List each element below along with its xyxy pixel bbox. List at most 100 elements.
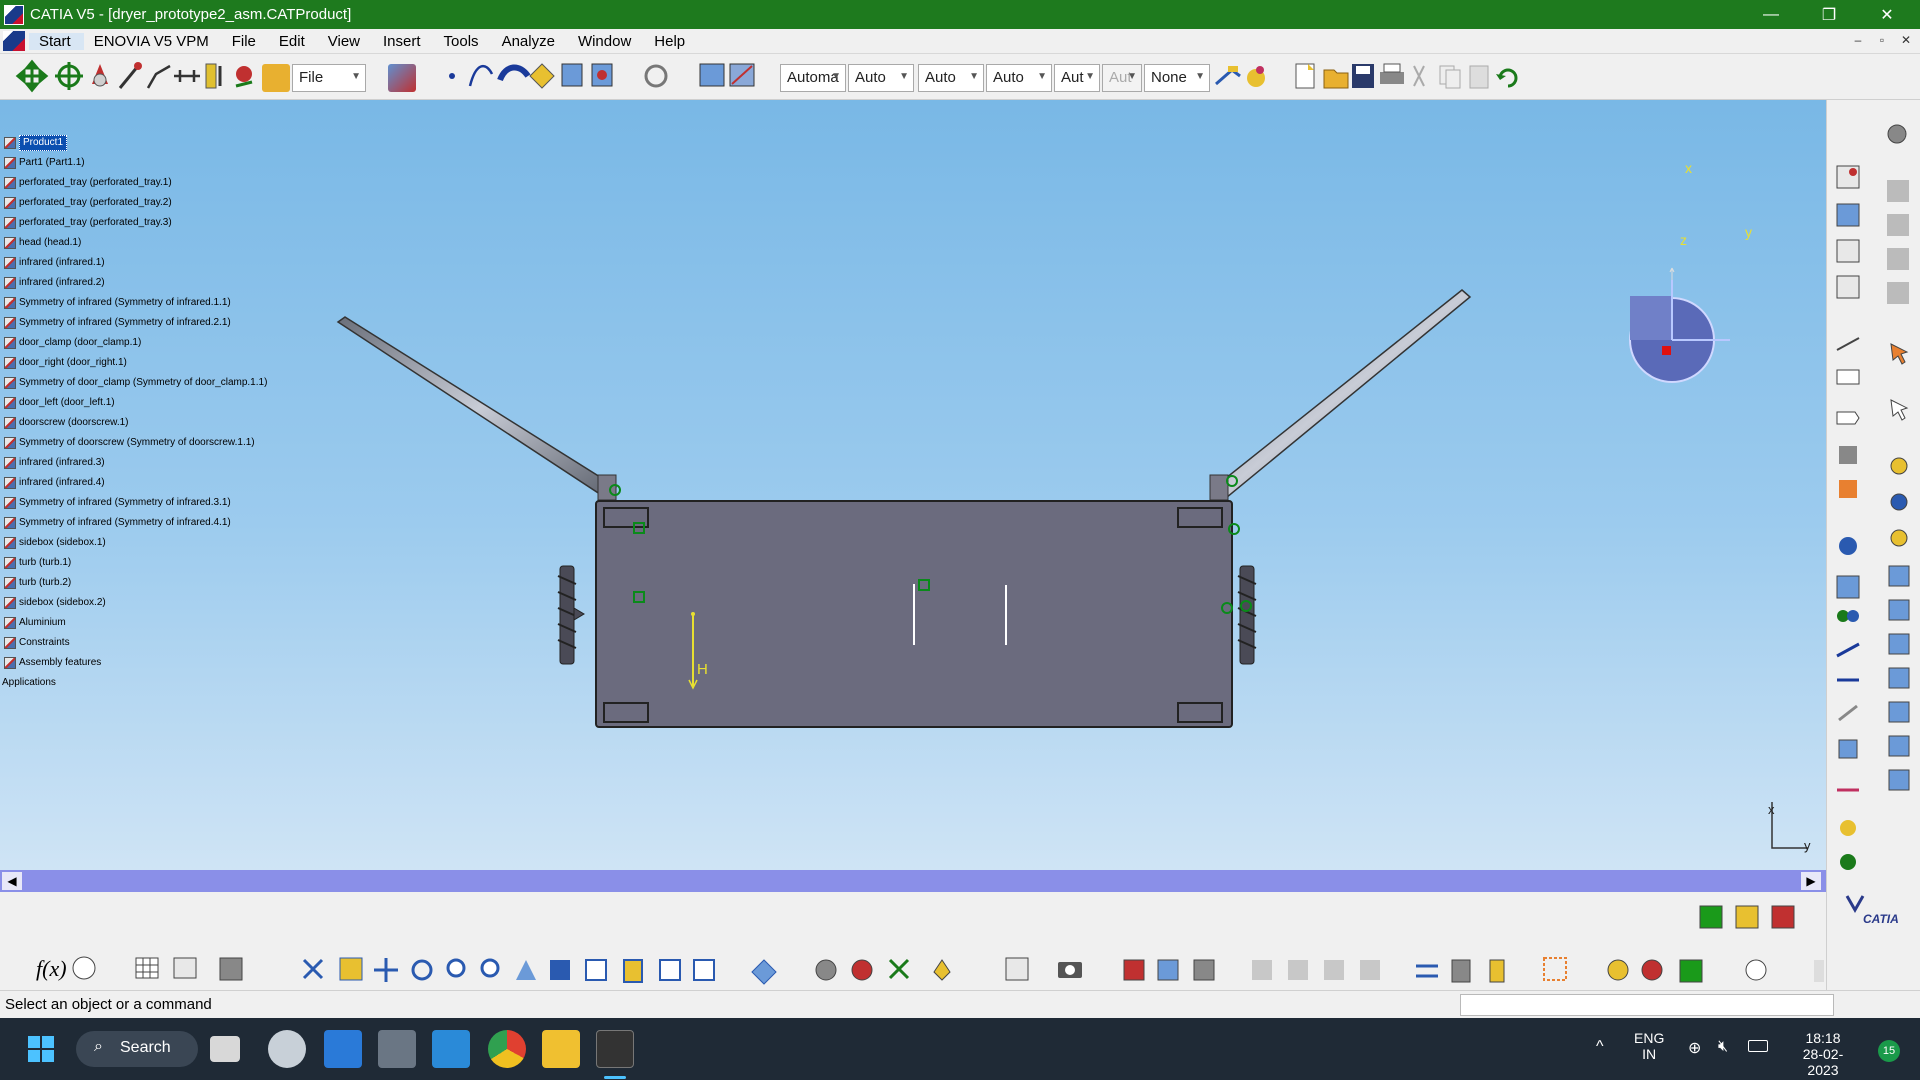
tree-item[interactable]: sidebox (sidebox.2) [4, 596, 106, 610]
doc-minimize-button[interactable]: – [1850, 33, 1866, 49]
fit-all-icon[interactable] [219, 957, 243, 981]
tree-item[interactable]: sidebox (sidebox.1) [4, 536, 106, 550]
notification-badge[interactable]: 15 [1878, 1040, 1900, 1062]
menu-insert[interactable]: Insert [373, 33, 434, 50]
snap-icon[interactable] [55, 62, 83, 90]
notepad-icon[interactable] [432, 1030, 470, 1068]
new-icon[interactable] [1295, 63, 1315, 89]
material-icon[interactable] [1247, 66, 1265, 87]
door-left[interactable] [336, 316, 617, 504]
coincidence-icon[interactable] [1836, 642, 1860, 658]
menu-analyze[interactable]: Analyze [492, 33, 568, 50]
paste-icon[interactable] [1469, 65, 1489, 89]
angle-icon[interactable] [1838, 739, 1858, 759]
simulation-icons[interactable] [815, 958, 951, 981]
tree-item[interactable]: Symmetry of infrared (Symmetry of infrar… [4, 316, 231, 330]
model-geometry[interactable] [0, 100, 1826, 870]
stop-manipulate-icon[interactable] [146, 64, 171, 89]
turbine-right[interactable] [1237, 565, 1257, 665]
snap-cursor-icon[interactable] [1890, 399, 1909, 421]
restore-button[interactable]: ❐ [1800, 0, 1858, 29]
language-indicator[interactable]: ENG IN [1634, 1030, 1664, 1062]
file-combo[interactable]: File ▼ [292, 64, 366, 92]
catia-app-icon[interactable] [4, 4, 24, 25]
tree-item[interactable]: infrared (infrared.1) [4, 256, 105, 270]
menu-file[interactable]: File [222, 33, 269, 50]
tree-item[interactable]: Part1 (Part1.1) [4, 156, 85, 170]
select-cursor-icon[interactable] [1890, 343, 1909, 365]
scroll-right-button[interactable]: ▶ [1801, 872, 1821, 890]
update-constraints-icon[interactable] [1840, 854, 1856, 870]
linetype-combo[interactable]: Auto ▼ [986, 64, 1052, 92]
tree-item[interactable]: turb (turb.1) [4, 556, 71, 570]
constraint-icon[interactable] [174, 70, 200, 82]
show-hidden-icons-icon[interactable]: ^ [1596, 1038, 1604, 1056]
flexible-icon[interactable] [1840, 820, 1856, 836]
tree-item[interactable]: Symmetry of infrared (Symmetry of infrar… [4, 516, 231, 530]
catalog-browser-icon[interactable] [388, 64, 416, 92]
camera-icon[interactable] [1058, 962, 1082, 978]
section-icon[interactable] [1839, 480, 1857, 498]
task-view-icon[interactable] [210, 1036, 240, 1062]
tree-item[interactable]: Symmetry of door_clamp (Symmetry of door… [4, 376, 267, 390]
tree-item-material[interactable]: Aluminium [4, 616, 66, 630]
catalog-icon[interactable] [173, 957, 197, 979]
refresh-icon[interactable] [644, 64, 668, 88]
view-zoom-icon[interactable] [591, 63, 613, 87]
tree-item[interactable]: door_right (door_right.1) [4, 356, 127, 370]
point-icon[interactable] [449, 73, 455, 79]
menu-view[interactable]: View [318, 33, 373, 50]
menu-window[interactable]: Window [568, 33, 644, 50]
tree-item[interactable]: infrared (infrared.3) [4, 456, 105, 470]
minimize-button[interactable]: — [1742, 0, 1800, 29]
cut-icon[interactable] [1413, 65, 1425, 87]
layer-combo[interactable]: None ▼ [1144, 64, 1210, 92]
color-combo[interactable]: Automa ▼ [780, 64, 846, 92]
formula-icon[interactable]: f(x) [36, 956, 67, 981]
menu-tools[interactable]: Tools [434, 33, 492, 50]
tree-item[interactable]: Symmetry of infrared (Symmetry of infrar… [4, 496, 231, 510]
line-thickness-combo[interactable]: Auto ▼ [918, 64, 984, 92]
explode-icon[interactable] [118, 62, 142, 89]
smart-move-icon[interactable] [92, 64, 108, 87]
distance-icon[interactable] [1839, 537, 1857, 555]
swap-visible-space-icon[interactable] [699, 63, 725, 87]
tree-item[interactable]: perforated_tray (perforated_tray.1) [4, 176, 172, 190]
tree-item[interactable]: doorscrew (doorscrew.1) [4, 416, 128, 430]
doc-close-button[interactable]: ✕ [1898, 33, 1914, 49]
power-input-field[interactable] [1460, 994, 1834, 1016]
assembly-workbench-icons[interactable] [1699, 905, 1795, 929]
mail-icon[interactable] [324, 1030, 362, 1068]
print-icon[interactable] [1380, 63, 1404, 84]
settings-gear-icon[interactable] [1887, 124, 1907, 144]
assembly-tools-icons[interactable] [1888, 565, 1910, 791]
turbine-left[interactable] [557, 565, 585, 665]
tree-item[interactable]: Symmetry of infrared (Symmetry of infrar… [4, 296, 231, 310]
measure-icon[interactable] [1836, 337, 1860, 351]
product-structure-icon[interactable] [1836, 165, 1860, 189]
move-icon[interactable] [15, 59, 49, 93]
annotation-icon[interactable] [1836, 369, 1860, 385]
3d-viewport[interactable]: x y z x y H Product1 Part1 (Part1.1) per… [0, 100, 1826, 870]
format-painter-icon[interactable] [1215, 66, 1241, 86]
calculator-icon[interactable] [378, 1030, 416, 1068]
copy-icon[interactable] [1439, 65, 1461, 89]
view-tools-icons[interactable] [302, 957, 777, 985]
sectioning-icon[interactable] [1836, 575, 1860, 599]
tree-item-assembly-features[interactable]: Assembly features [4, 656, 101, 670]
update-icon[interactable] [235, 66, 253, 88]
battery-icon[interactable] [1748, 1040, 1768, 1052]
flag-note-icon[interactable] [1836, 411, 1860, 425]
menu-help[interactable]: Help [644, 33, 698, 50]
insert-component-icon[interactable] [1836, 203, 1860, 227]
tree-item[interactable]: perforated_tray (perforated_tray.3) [4, 216, 172, 230]
spline-icon[interactable] [468, 64, 494, 87]
menu-edit[interactable]: Edit [269, 33, 318, 50]
tree-item[interactable]: perforated_tray (perforated_tray.2) [4, 196, 172, 210]
plane-icon[interactable] [529, 63, 555, 89]
open-folder-icon[interactable] [262, 64, 290, 92]
taskbar-search[interactable]: ⌕ Search [76, 1031, 198, 1067]
fix-together-icon[interactable] [1837, 610, 1859, 622]
surface-icon[interactable] [497, 64, 531, 82]
point-symbol-combo[interactable]: Aut ▼ [1054, 64, 1100, 92]
